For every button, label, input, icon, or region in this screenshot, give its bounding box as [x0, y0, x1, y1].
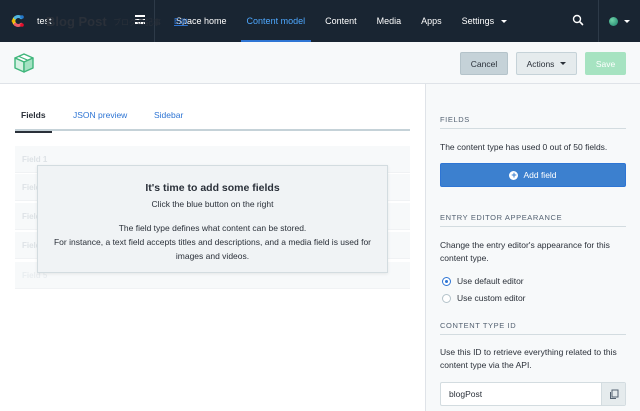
content-type-box-icon [13, 52, 35, 74]
main-nav: Space home Content model Content Media A… [166, 0, 517, 42]
radio-button[interactable] [442, 293, 451, 303]
radio-default-label: Use default editor [457, 276, 524, 286]
cancel-button[interactable]: Cancel [460, 52, 508, 75]
empty-state-description: The field type defines what content can … [38, 221, 387, 263]
sidebar: Fields The content type has used 0 out o… [425, 84, 640, 411]
tab-sidebar[interactable]: Sidebar [154, 110, 183, 131]
divider [440, 334, 626, 335]
contentful-logo-icon [9, 12, 27, 30]
content-type-id-text: Use this ID to retrieve everything relat… [440, 347, 617, 370]
chevron-down-icon [624, 19, 630, 23]
actions-button[interactable]: Actions [516, 52, 577, 75]
radio-custom-label: Use custom editor [457, 293, 526, 303]
fields-section-heading: Fields [440, 115, 470, 124]
nav-apps[interactable]: Apps [411, 0, 452, 42]
empty-state-heading: It's time to add some fields [145, 182, 280, 194]
chevron-down-icon [560, 62, 567, 65]
editor-appearance-text: Change the entry editor's appearance for… [440, 240, 610, 263]
chevron-down-icon [501, 19, 508, 23]
nav-settings-label: Settings [461, 16, 495, 26]
divider [440, 226, 626, 227]
content-type-id-field[interactable]: blogPost [440, 382, 626, 406]
radio-button[interactable] [442, 276, 451, 286]
empty-state-card: It's time to add some fields Click the b… [37, 165, 388, 273]
empty-state-subheading: Click the blue button on the right [151, 199, 274, 209]
nav-content-model[interactable]: Content model [237, 0, 316, 42]
content-type-id-value: blogPost [449, 389, 483, 399]
tab-json-preview[interactable]: JSON preview [73, 110, 127, 131]
content-type-id-heading: Content type ID [440, 321, 517, 330]
avatar [609, 16, 618, 26]
nav-media[interactable]: Media [367, 0, 412, 42]
tab-bar: Fields JSON preview Sidebar [15, 107, 410, 133]
copy-icon[interactable] [601, 383, 625, 405]
editor-section-heading: Entry editor appearance [440, 213, 563, 222]
plus-icon: + [509, 169, 519, 180]
search-icon[interactable] [572, 14, 584, 26]
actions-label: Actions [526, 58, 555, 69]
divider [440, 128, 626, 129]
radio-custom-editor[interactable]: Use custom editor [442, 293, 526, 303]
empty-state-line: The field type defines what content can … [118, 223, 307, 233]
content-type-title: Blog Post [46, 14, 107, 29]
radio-default-editor[interactable]: Use default editor [442, 276, 524, 286]
edit-link[interactable]: Edit [174, 17, 188, 26]
add-field-label: Add field [523, 170, 557, 180]
nav-content[interactable]: Content [315, 0, 367, 42]
nav-settings[interactable]: Settings [452, 0, 518, 42]
content-type-description: ブログの記事 [113, 18, 161, 27]
empty-state-line: For instance, a text field accepts title… [53, 237, 372, 261]
add-field-button[interactable]: + Add field [440, 163, 626, 187]
fields-usage-text: The content type has used 0 out of 50 fi… [440, 142, 608, 152]
account-menu[interactable] [598, 0, 640, 42]
save-button[interactable]: Save [585, 52, 626, 75]
tab-fields[interactable]: Fields [15, 110, 52, 133]
